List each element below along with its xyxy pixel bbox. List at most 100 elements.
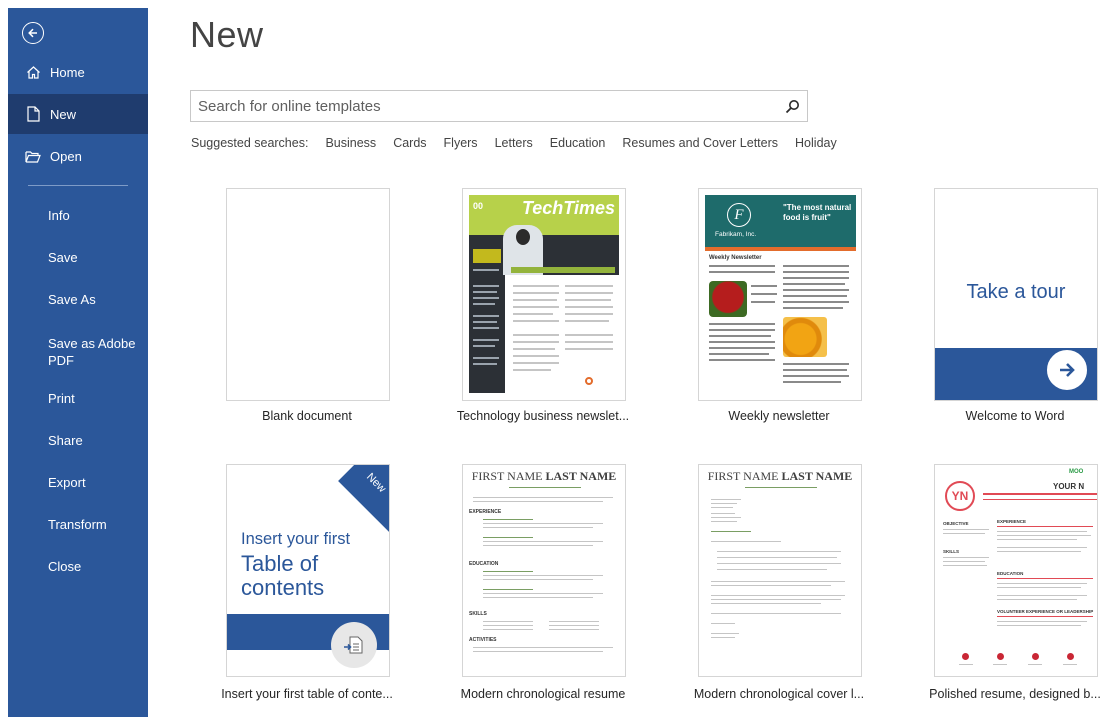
back-arrow-icon[interactable] [22,22,44,44]
thumb-sidebar-heading [473,249,501,263]
sidebar-item-new[interactable]: New [8,94,148,134]
sidebar-item-share[interactable]: Share [8,420,148,460]
template-weekly-newsletter[interactable]: F Fabrikam, Inc. "The most natural food … [698,188,862,401]
template-blank-document[interactable] [226,188,390,401]
suggested-search-letters[interactable]: Letters [495,136,533,150]
thumb-line [513,369,551,371]
sidebar-item-label-line2: PDF [48,353,74,368]
thumb-line [513,341,559,343]
thumb-line [751,293,777,295]
sidebar-item-label: Close [48,558,82,574]
suggested-search-education[interactable]: Education [550,136,606,150]
thumb-line [513,285,559,287]
thumb-line [483,541,603,542]
thumb-line [709,353,769,355]
thumb-line [513,334,559,336]
suggested-search-holiday[interactable]: Holiday [795,136,837,150]
thumb-line [997,551,1081,552]
template-caption: Blank document [262,409,352,423]
template-table-of-contents[interactable]: New Insert your first Table of contents [226,464,390,677]
thumb-line [483,593,603,594]
thumb-line [565,320,609,322]
thumb-line [483,589,533,590]
social-icon [997,653,1004,660]
thumb-line [483,575,603,576]
thumb-section: OBJECTIVE [943,521,969,526]
sidebar-item-save[interactable]: Save [8,237,148,277]
thumb-line [783,375,849,377]
thumb-name: FIRST NAME LAST NAME [699,469,861,484]
sidebar-item-home[interactable]: Home [8,52,148,92]
thumb-your-name: YOUR N [1053,482,1085,491]
suggested-search-cards[interactable]: Cards [393,136,426,150]
thumb-line [783,289,849,291]
template-modern-cover-letter[interactable]: FIRST NAME LAST NAME [698,464,862,677]
thumb-line [473,363,497,365]
search-input[interactable] [191,97,777,115]
template-search-box [190,90,808,122]
thumb-line [473,269,499,271]
thumb-line [473,357,499,359]
thumb-line [483,597,593,598]
thumb-line [711,595,845,596]
thumb-line [483,527,593,528]
thumb-red-rule [997,616,1093,617]
thumb-line [565,285,613,287]
template-caption: Modern chronological resume [460,687,626,701]
sidebar-item-label: Info [48,207,70,223]
thumb-line [473,321,497,323]
template-technology-newsletter[interactable]: 00 TechTimes [462,188,626,401]
template-modern-resume[interactable]: FIRST NAME LAST NAME EXPERIENCE EDUCATIO… [462,464,626,677]
thumb-new-ribbon [338,465,389,532]
sidebar-item-label: Share [48,432,83,448]
thumb-line [513,320,559,322]
sidebar-item-print[interactable]: Print [8,378,148,418]
thumb-section: EXPERIENCE [469,509,502,515]
sidebar-item-save-as-adobe-pdf[interactable]: Save as Adobe PDF [8,333,148,377]
sidebar-item-export[interactable]: Export [8,462,148,502]
sidebar-item-info[interactable]: Info [8,195,148,235]
fabrikam-logo-icon: F [727,203,751,227]
suggested-search-resumes[interactable]: Resumes and Cover Letters [622,136,778,150]
sidebar-item-label: Save As [48,291,96,307]
sidebar-item-open[interactable]: Open [8,136,148,176]
sidebar-item-label: Home [50,64,85,80]
thumb-line [943,529,989,530]
thumb-accent-bar [705,247,856,251]
sidebar-item-close[interactable]: Close [8,546,148,586]
thumb-line [751,301,775,303]
new-document-icon [24,106,42,122]
thumb-last-name: LAST NAME [545,469,617,483]
thumb-orange-image [783,317,827,357]
thumb-line [751,285,777,287]
thumb-line [711,531,751,532]
suggested-search-business[interactable]: Business [325,136,376,150]
thumb-line [483,629,533,630]
thumb-title: TechTimes [521,198,615,218]
template-polished-resume[interactable]: MOO YN YOUR N OBJECTIVE SKILLS EXPERIENC… [934,464,1098,677]
thumb-section: ACTIVITIES [469,637,497,643]
search-icon[interactable] [777,91,807,121]
thumb-line [549,625,599,626]
sidebar-item-save-as[interactable]: Save As [8,279,148,319]
thumb-line [997,587,1081,588]
thumb-line [565,348,613,350]
template-welcome-to-word[interactable]: Take a tour [934,188,1098,401]
thumb-line [565,313,613,315]
thumb-line [997,531,1087,532]
suggested-search-flyers[interactable]: Flyers [444,136,478,150]
thumb-section: SKILLS [943,549,960,554]
thumb-line [513,306,559,308]
thumb-line [473,327,499,329]
thumb-line [711,513,735,514]
thumb-line [959,664,973,665]
thumb-apple-image [709,281,747,317]
thumb-line [711,633,739,634]
thumb-line [711,499,741,500]
sidebar-item-transform[interactable]: Transform [8,504,148,544]
thumb-section: EDUCATION [469,561,499,567]
thumb-line [783,295,847,297]
page-title: New [190,14,264,55]
thumb-line [513,348,555,350]
template-caption: Polished resume, designed b... [929,687,1101,701]
